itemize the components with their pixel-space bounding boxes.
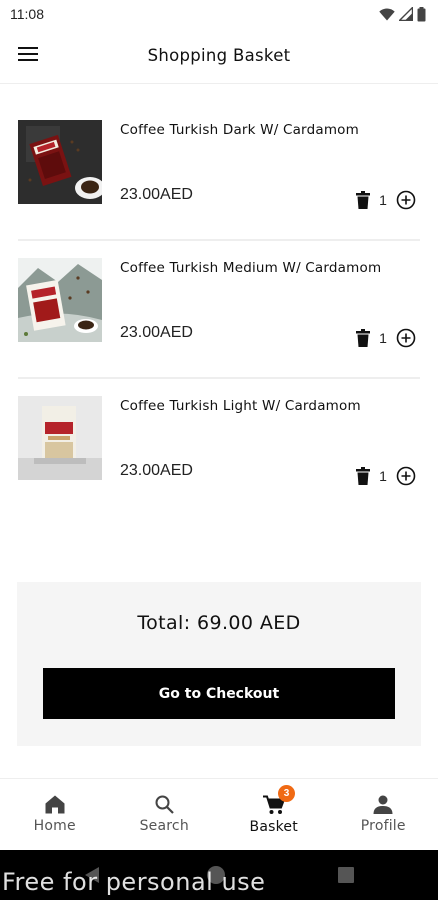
product-name[interactable]: Coffee Turkish Medium W/ Cardamom [120, 260, 381, 276]
watermark-text: Free for personal use [2, 868, 266, 896]
battery-icon [417, 6, 426, 21]
nav-basket-label: Basket [249, 819, 298, 835]
nav-profile[interactable]: Profile [329, 779, 438, 850]
total-value: 69.00 AED [196, 612, 301, 634]
product-image[interactable] [18, 396, 102, 480]
nav-home[interactable]: Home [0, 779, 110, 850]
quantity-value: 1 [379, 192, 387, 208]
quantity-controls: 1 [356, 328, 416, 348]
product-price: 23.00AED [120, 462, 193, 479]
recents-icon[interactable] [338, 867, 354, 883]
hamburger-menu-icon [18, 47, 38, 61]
app-bar: Shopping Basket [0, 28, 438, 84]
menu-button[interactable] [18, 46, 42, 66]
quantity-controls: 1 [356, 466, 416, 486]
trash-icon[interactable] [356, 467, 370, 485]
status-icons [379, 6, 426, 22]
person-icon [373, 795, 393, 814]
cart-count-badge: 3 [278, 785, 295, 802]
item-divider [18, 377, 420, 379]
nav-basket[interactable]: 3 Basket [219, 779, 329, 850]
product-image[interactable] [18, 258, 102, 342]
nav-search[interactable]: Search [110, 779, 220, 850]
bottom-nav: Home Search 3 Basket Profile [0, 778, 438, 850]
nav-profile-label: Profile [360, 818, 406, 834]
status-bar: 11:08 [0, 0, 438, 28]
page-title: Shopping Basket [147, 46, 291, 65]
plus-circle-icon[interactable] [396, 328, 416, 348]
product-name[interactable]: Coffee Turkish Light W/ Cardamom [120, 398, 361, 414]
quantity-value: 1 [379, 468, 387, 484]
plus-circle-icon[interactable] [396, 466, 416, 486]
quantity-controls: 1 [356, 190, 416, 210]
nav-home-label: Home [33, 818, 76, 834]
signal-icon [399, 7, 413, 21]
total-label: Total: [137, 612, 191, 634]
wifi-icon [379, 7, 395, 20]
trash-icon[interactable] [356, 329, 370, 347]
total-row: Total: 69.00 AED [17, 612, 421, 634]
product-price: 23.00AED [120, 324, 193, 341]
quantity-value: 1 [379, 330, 387, 346]
basket-item: Coffee Turkish Medium W/ Cardamom 23.00A… [0, 258, 438, 396]
checkout-button[interactable]: Go to Checkout [43, 668, 395, 719]
product-name[interactable]: Coffee Turkish Dark W/ Cardamom [120, 122, 359, 138]
basket-item: Coffee Turkish Light W/ Cardamom 23.00AE… [0, 396, 438, 534]
trash-icon[interactable] [356, 191, 370, 209]
home-icon [45, 795, 65, 814]
basket-item: Coffee Turkish Dark W/ Cardamom 23.00AED… [0, 120, 438, 258]
order-summary: Total: 69.00 AED Go to Checkout [17, 582, 421, 746]
plus-circle-icon[interactable] [396, 190, 416, 210]
status-time: 11:08 [10, 6, 44, 22]
nav-search-label: Search [139, 818, 189, 834]
item-divider [18, 239, 420, 241]
product-price: 23.00AED [120, 186, 193, 203]
product-image[interactable] [18, 120, 102, 204]
search-icon [155, 795, 174, 814]
